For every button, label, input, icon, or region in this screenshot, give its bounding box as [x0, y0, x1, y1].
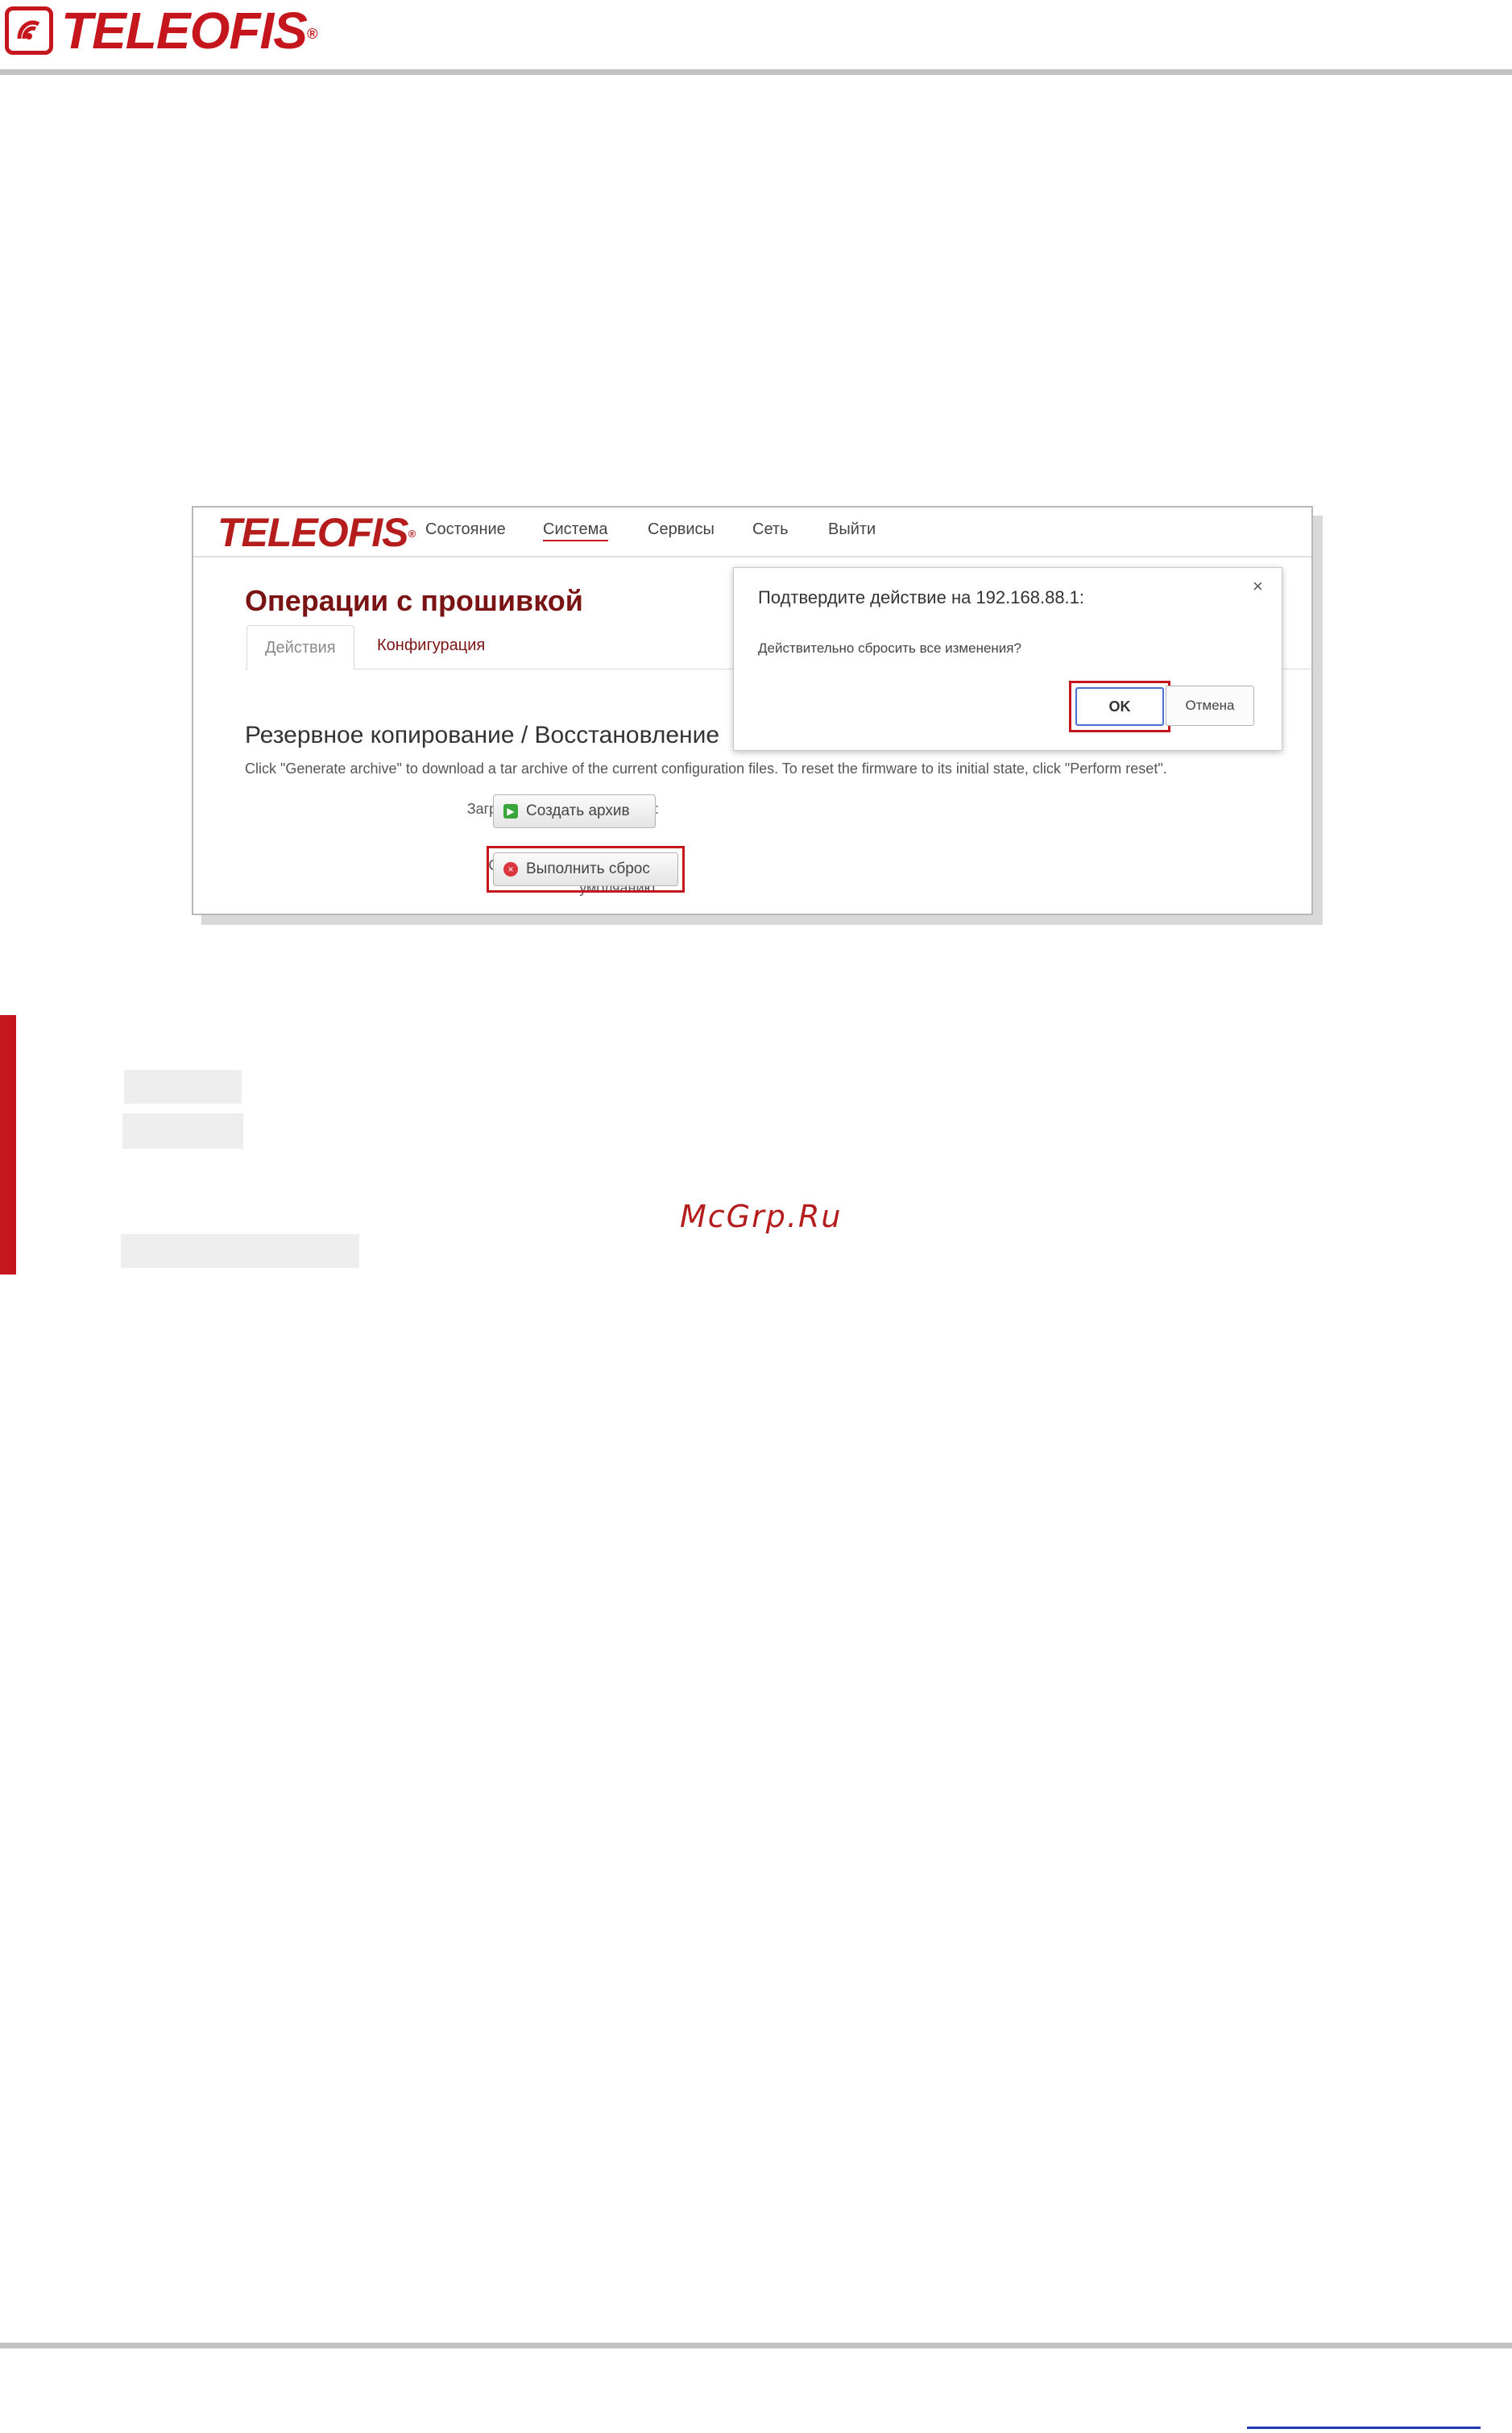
nav-item-services[interactable]: Сервисы	[648, 520, 715, 539]
note-marker	[0, 1015, 16, 1275]
nav-item-system[interactable]: Система	[543, 520, 608, 541]
confirm-dialog: Подтвердите действие на 192.168.88.1: × …	[733, 567, 1282, 751]
nav-item-logout[interactable]: Выйти	[828, 520, 876, 539]
tab-actions[interactable]: Действия	[246, 625, 354, 670]
redacted-block	[122, 1113, 243, 1149]
reset-icon: ×	[503, 862, 518, 877]
ok-button[interactable]: OK	[1075, 687, 1164, 726]
tab-actions-label: Действия	[265, 639, 336, 657]
cancel-button[interactable]: Отмена	[1166, 686, 1254, 726]
nav-logo[interactable]: TELEOFIS®	[217, 512, 416, 553]
document-logo: TELEOFIS®	[5, 5, 317, 56]
perform-reset-button[interactable]: × Выполнить сброс	[493, 852, 678, 886]
watermark: McGrp.Ru	[680, 1199, 843, 1234]
generate-archive-label: Создать архив	[526, 802, 630, 819]
dialog-message: Действительно сбросить все изменения?	[758, 640, 1021, 656]
header-divider	[0, 69, 1512, 75]
redacted-block	[121, 1234, 359, 1268]
document-brand: TELEOFIS®	[61, 2, 317, 60]
close-icon[interactable]: ×	[1253, 576, 1263, 597]
generate-archive-button[interactable]: ▶ Создать архив	[493, 794, 656, 828]
router-screenshot: TELEOFIS® Состояние Система Сервисы Сеть…	[192, 506, 1313, 915]
footer-divider	[0, 2343, 1512, 2348]
nav-item-status[interactable]: Состояние	[425, 520, 506, 539]
top-nav: TELEOFIS® Состояние Система Сервисы Сеть…	[193, 508, 1311, 557]
redacted-block	[124, 1070, 242, 1104]
archive-icon: ▶	[503, 804, 518, 819]
section-description: Click "Generate archive" to download a t…	[245, 761, 1167, 777]
page-title: Операции с прошивкой	[245, 584, 583, 617]
perform-reset-label: Выполнить сброс	[526, 860, 650, 877]
nav-item-network[interactable]: Сеть	[752, 520, 788, 539]
tab-configuration[interactable]: Конфигурация	[377, 636, 485, 655]
footer-link-underline[interactable]	[1247, 2427, 1481, 2429]
section-title: Резервное копирование / Восстановление	[245, 722, 720, 748]
teleofis-logo-icon	[5, 6, 53, 55]
dialog-title: Подтвердите действие на 192.168.88.1:	[758, 587, 1085, 607]
